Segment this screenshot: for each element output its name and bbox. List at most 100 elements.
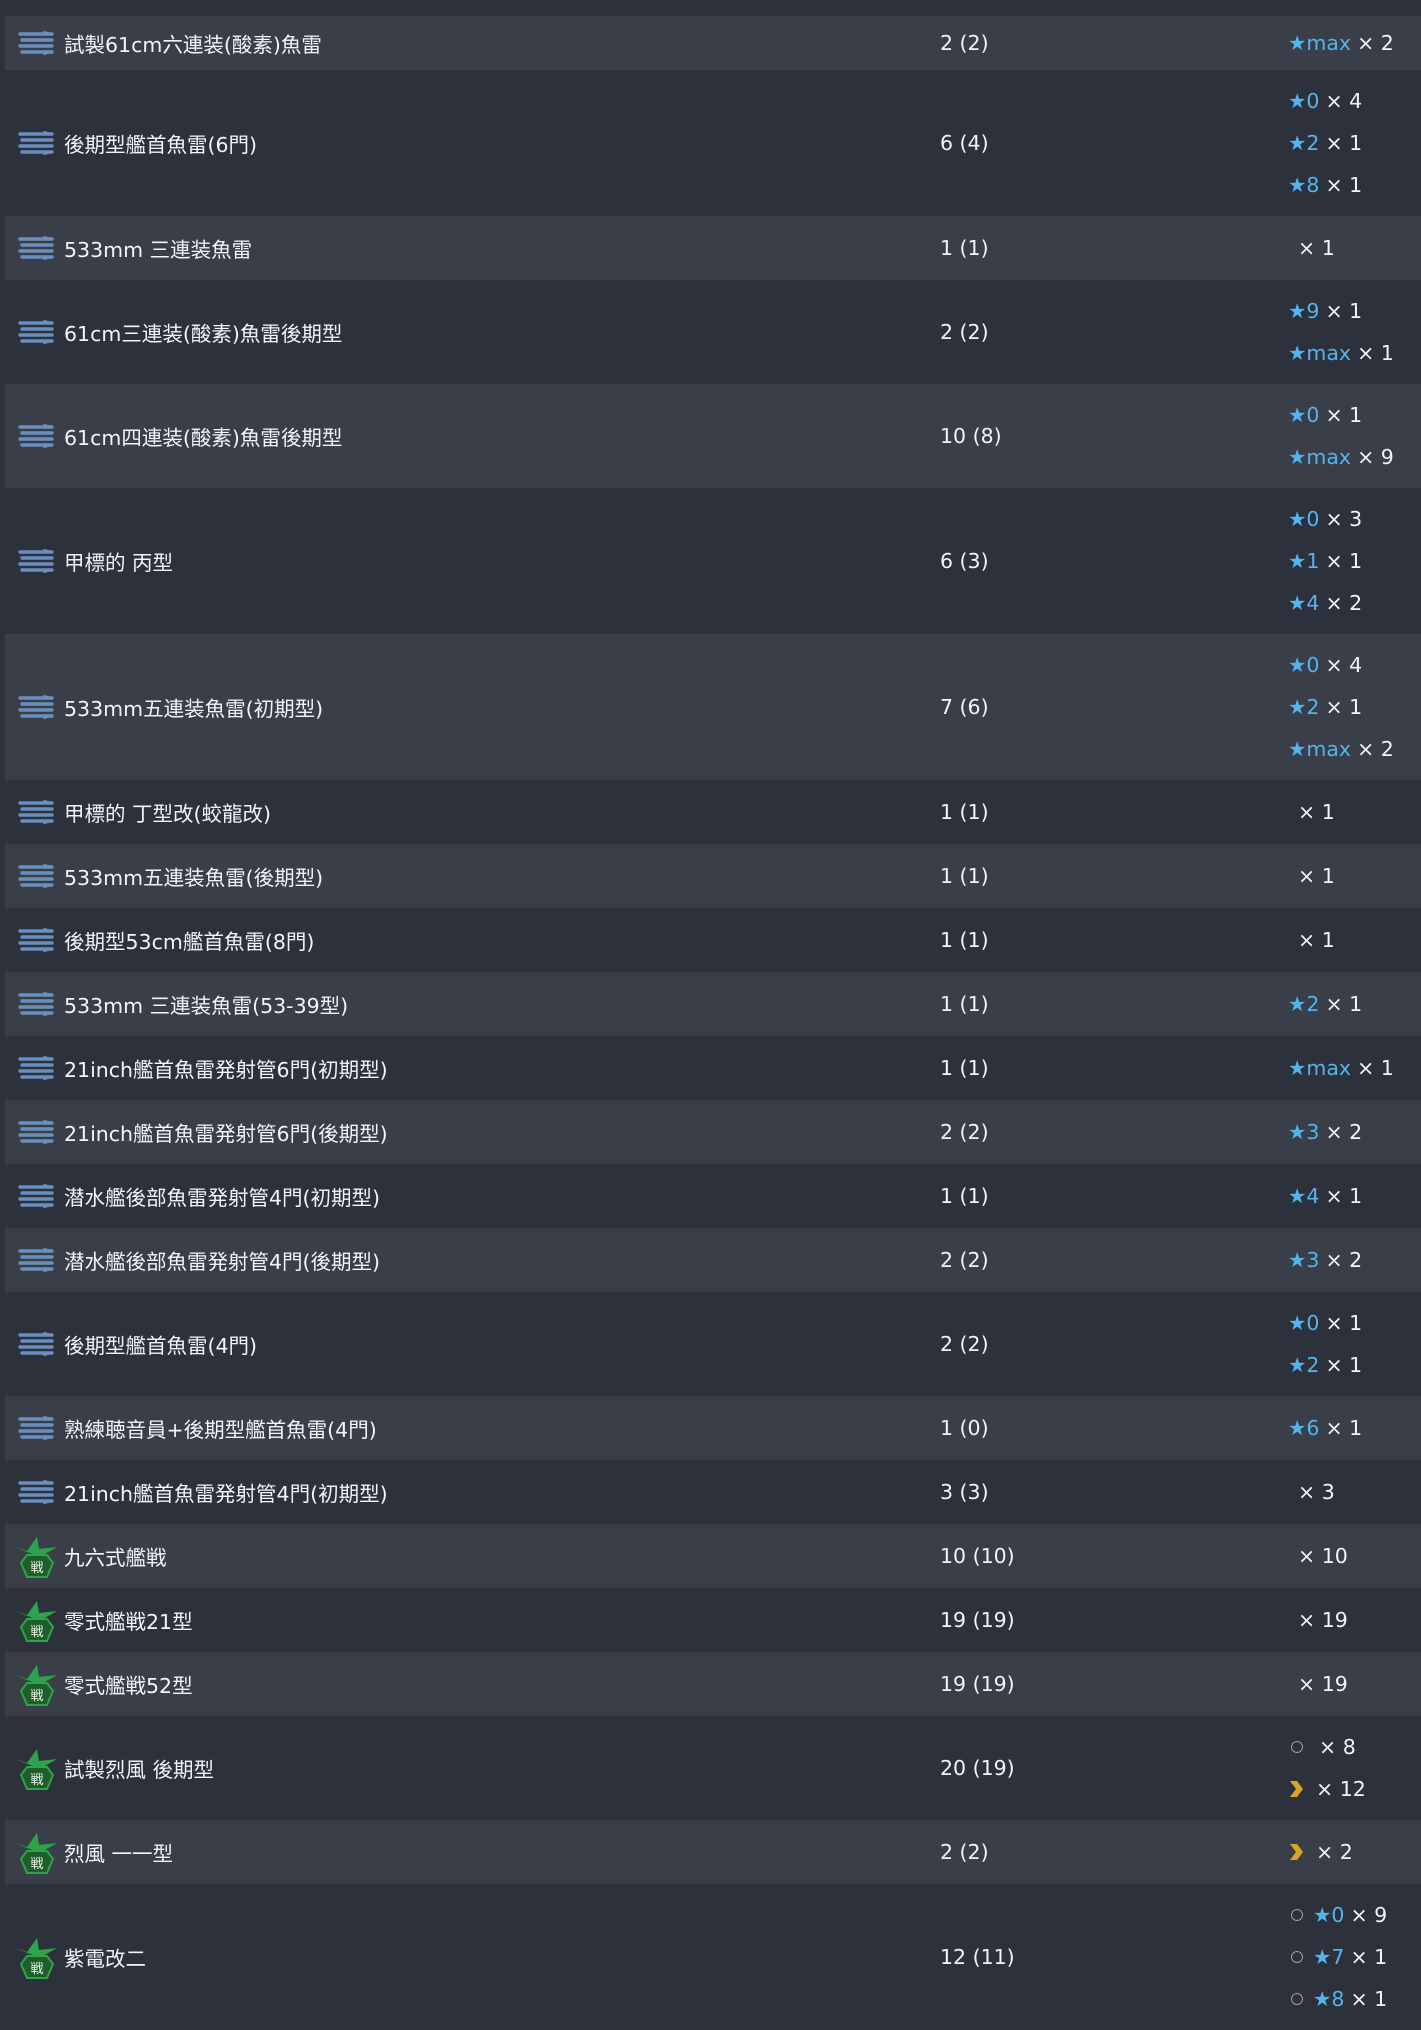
improvement-level-entry: ★ 0 × 1: [1288, 394, 1394, 436]
equipment-name: 試製61cm六連装(酸素)魚雷: [64, 33, 322, 57]
torpedo-icon: [13, 1321, 59, 1367]
equipment-row[interactable]: 後期型艦首魚雷(6門) 6 (4) ★ 0 × 4 ★ 2 × 1 ★ 8 × 1: [5, 70, 1421, 216]
equipment-row[interactable]: 61cm四連装(酸素)魚雷後期型 10 (8) ★ 0 × 1 ★ max × 9: [5, 384, 1421, 488]
equipment-row[interactable]: 後期型艦首魚雷(4門) 2 (2) ★ 0 × 1 ★ 2 × 1: [5, 1292, 1421, 1396]
star-level: 0: [1331, 1903, 1345, 1927]
star-level: 3: [1306, 1248, 1320, 1272]
star-icon: ★: [1288, 507, 1307, 531]
svg-text:戦: 戦: [30, 1625, 43, 1640]
improvement-level-entry: × 1: [1288, 919, 1335, 961]
improvement-level-entry: ★ 8 × 1: [1288, 1978, 1387, 2020]
improvement-levels: ★ 9 × 1 ★ max × 1: [1288, 280, 1394, 384]
equipment-row[interactable]: 甲標的 丁型改(蛟龍改) 1 (1) × 1: [5, 780, 1421, 844]
improvement-level-entry: ★ 2 × 1: [1288, 983, 1362, 1025]
level-multiplier: × 1: [1325, 695, 1363, 719]
level-multiplier: × 12: [1316, 1777, 1366, 1801]
equipment-count: 3 (3): [940, 1480, 989, 1504]
equipment-name: 零式艦戦52型: [64, 1674, 193, 1698]
torpedo-icon: [13, 1045, 59, 1091]
improvement-levels: ★ 0 × 1 ★ max × 9: [1288, 384, 1394, 488]
level-multiplier: × 1: [1325, 1184, 1363, 1208]
improvement-levels: ★ max × 1: [1288, 1036, 1394, 1100]
equipment-count: 1 (0): [940, 1416, 989, 1440]
improvement-level-entry: ★ max × 9: [1288, 436, 1394, 478]
equipment-row[interactable]: 戦 試製烈風 後期型 20 (19) × 8 × 12: [5, 1716, 1421, 1820]
level-multiplier: × 8: [1319, 1735, 1356, 1759]
torpedo-icon: [13, 853, 59, 899]
equipment-count: 19 (19): [940, 1608, 1015, 1632]
star-icon: ★: [1313, 1945, 1332, 1969]
star-level: 4: [1306, 591, 1320, 615]
star-level: max: [1306, 1056, 1352, 1080]
improvement-level-entry: × 2: [1288, 1831, 1353, 1873]
improvement-level-entry: ★ 3 × 2: [1288, 1111, 1362, 1153]
star-icon: ★: [1288, 549, 1307, 573]
level-multiplier: × 1: [1298, 928, 1335, 952]
equipment-row[interactable]: 533mm 三連装魚雷(53-39型) 1 (1) ★ 2 × 1: [5, 972, 1421, 1036]
level-multiplier: × 1: [1298, 236, 1335, 260]
equipment-count: 2 (2): [940, 1840, 989, 1864]
improvement-level-entry: × 8: [1288, 1726, 1366, 1768]
equipment-row[interactable]: 甲標的 丙型 6 (3) ★ 0 × 3 ★ 1 × 1 ★ 4 × 2: [5, 488, 1421, 634]
equipment-name: 21inch艦首魚雷発射管4門(初期型): [64, 1482, 388, 1506]
improvement-levels: × 19: [1288, 1652, 1348, 1716]
level-multiplier: × 4: [1325, 653, 1363, 677]
svg-text:戦: 戦: [30, 1962, 43, 1977]
star-level: max: [1306, 737, 1352, 761]
star-icon: ★: [1288, 695, 1307, 719]
torpedo-icon: [13, 917, 59, 963]
equipment-row[interactable]: 21inch艦首魚雷発射管6門(後期型) 2 (2) ★ 3 × 2: [5, 1100, 1421, 1164]
unknown-proficiency-circle-icon: [1291, 1993, 1303, 2005]
equipment-row[interactable]: 後期型53cm艦首魚雷(8門) 1 (1) × 1: [5, 908, 1421, 972]
improvement-levels: × 1: [1288, 908, 1335, 972]
equipment-row[interactable]: 潜水艦後部魚雷発射管4門(後期型) 2 (2) ★ 3 × 2: [5, 1228, 1421, 1292]
improvement-level-entry: ★ 0 × 1: [1288, 1302, 1362, 1344]
torpedo-icon: [13, 684, 59, 730]
level-multiplier: × 2: [1325, 1120, 1363, 1144]
equipment-row[interactable]: 533mm五連装魚雷(初期型) 7 (6) ★ 0 × 4 ★ 2 × 1 ★ max × 2: [5, 634, 1421, 780]
equipment-row[interactable]: 533mm五連装魚雷(後期型) 1 (1) × 1: [5, 844, 1421, 908]
equipment-count: 20 (19): [940, 1756, 1015, 1780]
equipment-row[interactable]: 試製61cm六連装(酸素)魚雷 2 (2) ★ max × 2: [5, 16, 1421, 70]
equipment-row[interactable]: 熟練聴音員+後期型艦首魚雷(4門) 1 (0) ★ 6 × 1: [5, 1396, 1421, 1460]
star-level: 0: [1306, 653, 1320, 677]
star-level: 0: [1306, 1311, 1320, 1335]
star-icon: ★: [1313, 1903, 1332, 1927]
improvement-level-entry: ★ 4 × 2: [1288, 582, 1362, 624]
torpedo-icon: [13, 1469, 59, 1515]
improvement-levels: × 2: [1288, 1820, 1353, 1884]
star-icon: ★: [1288, 737, 1307, 761]
star-level: 6: [1306, 1416, 1320, 1440]
equipment-row[interactable]: 21inch艦首魚雷発射管6門(初期型) 1 (1) ★ max × 1: [5, 1036, 1421, 1100]
improvement-levels: × 10: [1288, 1524, 1348, 1588]
equipment-row[interactable]: 戦 烈風 一一型 2 (2) × 2: [5, 1820, 1421, 1884]
torpedo-icon: [13, 225, 59, 271]
star-level: 1: [1306, 549, 1320, 573]
equipment-count: 19 (19): [940, 1672, 1015, 1696]
svg-text:戦: 戦: [30, 1561, 43, 1576]
improvement-levels: ★ 3 × 2: [1288, 1228, 1362, 1292]
equipment-count: 6 (4): [940, 131, 989, 155]
level-multiplier: × 1: [1325, 131, 1363, 155]
star-level: 2: [1306, 695, 1320, 719]
level-multiplier: × 2: [1357, 31, 1394, 55]
equipment-row[interactable]: 潜水艦後部魚雷発射管4門(初期型) 1 (1) ★ 4 × 1: [5, 1164, 1421, 1228]
level-multiplier: × 1: [1325, 403, 1363, 427]
equipment-row[interactable]: 533mm 三連装魚雷 1 (1) × 1: [5, 216, 1421, 280]
proficiency-chevron-icon: [1288, 1779, 1310, 1799]
equipment-row[interactable]: 戦 零式艦戦21型 19 (19) × 19: [5, 1588, 1421, 1652]
level-multiplier: × 1: [1357, 341, 1394, 365]
level-multiplier: × 2: [1325, 1248, 1363, 1272]
equipment-row[interactable]: 戦 零式艦戦52型 19 (19) × 19: [5, 1652, 1421, 1716]
fighter-icon: 戦: [13, 1934, 59, 1980]
equipment-row[interactable]: 戦紫電改二 12 (11) ★ 0 × 9 ★ 7 × 1 ★ 8 × 1: [5, 1884, 1421, 2030]
unknown-proficiency-circle-icon: [1291, 1909, 1303, 1921]
equipment-name: 甲標的 丁型改(蛟龍改): [64, 802, 272, 826]
star-icon: ★: [1288, 1311, 1307, 1335]
equipment-count: 2 (2): [940, 1248, 989, 1272]
equipment-row[interactable]: 戦 九六式艦戦 10 (10) × 10: [5, 1524, 1421, 1588]
equipment-row[interactable]: 21inch艦首魚雷発射管4門(初期型) 3 (3) × 3: [5, 1460, 1421, 1524]
equipment-name: 烈風 一一型: [64, 1842, 174, 1866]
equipment-row[interactable]: 61cm三連装(酸素)魚雷後期型 2 (2) ★ 9 × 1 ★ max × 1: [5, 280, 1421, 384]
equipment-count: 1 (1): [940, 236, 989, 260]
